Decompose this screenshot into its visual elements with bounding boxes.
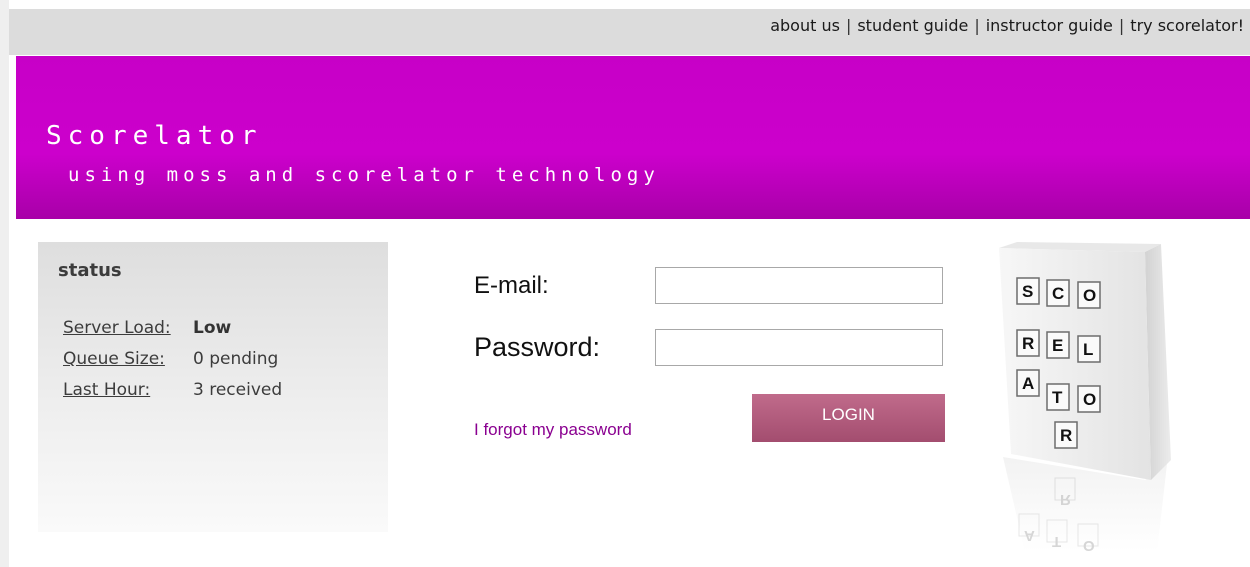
logo-tile-o2: O [1083,390,1096,409]
logo-tile-l: L [1083,340,1093,359]
left-rail [0,0,9,567]
nav-separator: | [845,16,852,35]
password-label: Password: [474,332,601,362]
email-field[interactable] [655,267,943,304]
status-title: status [58,260,122,281]
nav-try-scorelator-link[interactable]: try scorelator! [1130,16,1244,35]
status-row-last-hour: Last Hour: 3 received [63,380,282,400]
nav-separator: | [974,16,980,35]
header-banner: Scorelator using moss and scorelator tec… [16,56,1250,219]
nav-student-guide-link[interactable]: student guide [857,16,968,35]
top-bar: about us | student guide | instructor guide |… [9,9,1250,55]
logo-tile-r: R [1022,334,1034,353]
status-panel: status Server Load: Low Queue Size: 0 pend… [38,242,388,532]
queue-size-value: 0 pending [193,349,279,369]
logo-reflection-r: R [1060,491,1071,508]
logo-tile-a: A [1022,374,1034,393]
server-load-value: Low [193,318,232,338]
scorelator-cube-graphic: S C O R E L A T O R R A T O [999,242,1171,554]
nav-about-us-link[interactable]: about us [770,16,840,35]
password-field[interactable] [655,329,943,366]
status-row-server-load: Server Load: Low [63,318,231,338]
queue-size-label[interactable]: Queue Size: [63,349,193,369]
last-hour-label[interactable]: Last Hour: [63,380,193,400]
logo-reflection-t: T [1052,533,1061,550]
logo-reflection-a: A [1024,527,1035,544]
logo-tile-r2: R [1060,426,1072,445]
logo-tile-c: C [1052,284,1064,303]
logo-tile-t: T [1052,388,1063,407]
logo-tile-e: E [1052,336,1063,355]
site-title: Scorelator [46,121,263,151]
page: about us | student guide | instructor guide |… [0,0,1250,567]
logo-reflection-o: O [1083,537,1095,552]
scorelator-logo: S C O R E L A T O R R A T O [995,242,1175,554]
status-row-queue-size: Queue Size: 0 pending [63,349,278,369]
logo-tile-s: S [1022,282,1033,301]
server-load-label[interactable]: Server Load: [63,318,193,338]
login-button[interactable]: LOGIN [752,394,945,442]
logo-tile-o: O [1083,286,1096,305]
nav-instructor-guide-link[interactable]: instructor guide [986,16,1113,35]
nav-separator: | [1118,16,1125,35]
top-navigation: about us | student guide | instructor guide |… [770,16,1244,35]
forgot-password-link[interactable]: I forgot my password [474,420,632,440]
last-hour-value: 3 received [193,380,283,400]
site-subtitle: using moss and scorelator technology [68,164,660,186]
email-label: E-mail: [474,272,549,299]
